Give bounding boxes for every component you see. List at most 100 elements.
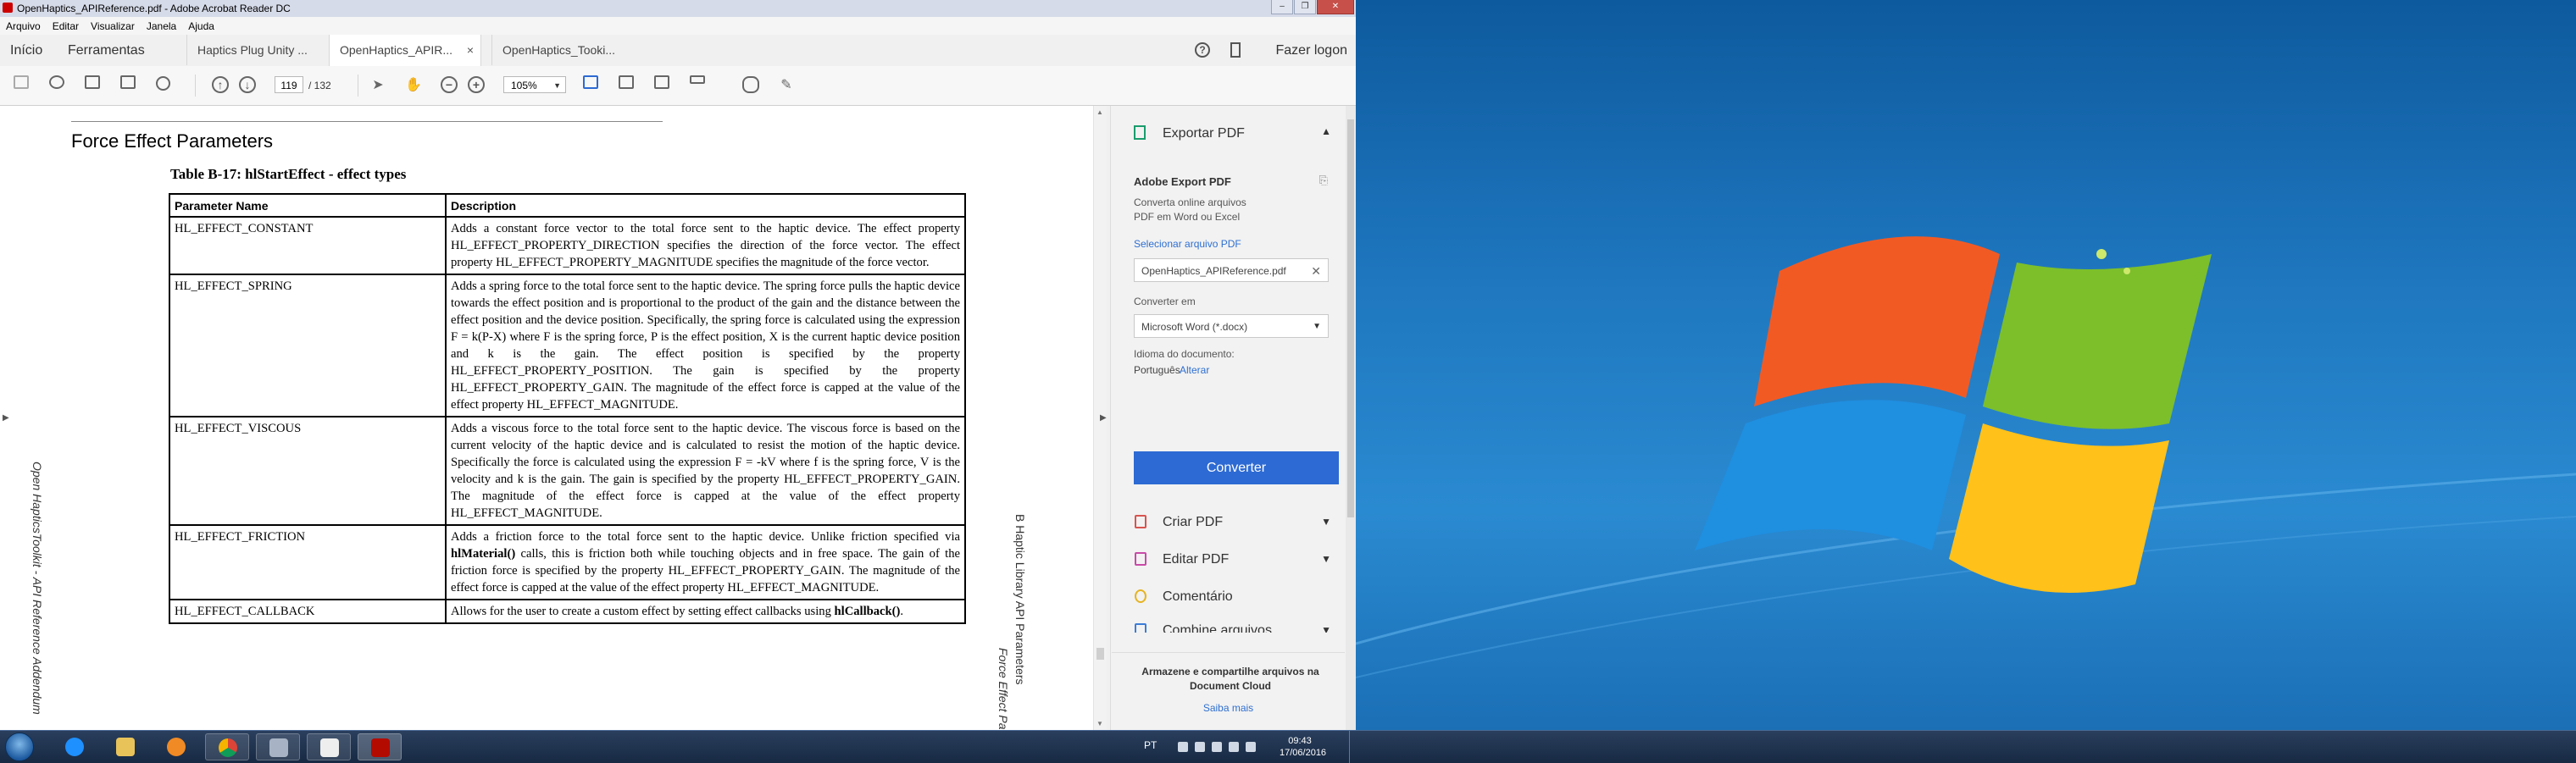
menu-arquivo[interactable]: Arquivo [0,17,47,32]
volume-icon[interactable] [1246,742,1256,752]
help-icon[interactable]: ? [1195,42,1210,58]
zoom-level-select[interactable]: 105% ▼ [503,76,566,93]
scroll-thumb[interactable] [1096,648,1104,660]
chevron-down-icon: ▼ [1321,553,1331,565]
document-page[interactable]: Force Effect Parameters Table B-17: hlSt… [0,106,1107,730]
tool-edit-pdf[interactable]: Editar PDF ▼ [1112,541,1345,577]
tool-comment[interactable]: Comentário [1112,578,1345,614]
next-page-icon[interactable]: ↓ [239,76,256,93]
menu-janela[interactable]: Janela [141,17,182,32]
hand-tool-icon[interactable]: ✋ [405,77,422,94]
combine-files-icon [1135,623,1146,633]
taskbar-app[interactable] [256,733,300,760]
zoom-level-value: 105% [511,80,537,91]
tray-arrow-icon[interactable] [1178,742,1188,752]
fit-page-icon[interactable] [583,75,598,89]
tray-app-icon[interactable] [1212,742,1222,752]
comment-icon[interactable] [742,76,759,93]
doc-tab-apireference[interactable]: OpenHaptics_APIR... × [329,35,481,67]
doc-tab-haptics-plug[interactable]: Haptics Plug Unity ... [186,35,329,65]
menu-visualizar[interactable]: Visualizar [85,17,141,32]
sign-in-link[interactable]: Fazer logon [1276,35,1348,66]
right-pane-toggle-icon[interactable]: ▶ [1100,413,1107,423]
tool-label: Comentário [1163,589,1233,604]
window-title: OpenHaptics_APIReference.pdf - Adobe Acr… [17,3,291,14]
table-caption: Table B-17: hlStartEffect - effect types [170,166,407,182]
taskbar-acrobat[interactable] [358,733,402,760]
param-desc: Adds a friction force to the total force… [445,524,966,600]
tools-tab[interactable]: Ferramentas [68,35,145,66]
selected-file-field[interactable]: OpenHaptics_APIReference.pdf ✕ [1134,258,1329,282]
param-name: HL_EFFECT_SPRING [169,274,447,417]
input-language[interactable]: PT [1144,739,1157,751]
select-pdf-link[interactable]: Selecionar arquivo PDF [1134,238,1241,250]
change-language-link[interactable]: Alterar [1180,364,1209,376]
tool-create-pdf[interactable]: Criar PDF ▼ [1112,504,1345,539]
previous-page-icon[interactable]: ↑ [212,76,229,93]
taskbar-ie[interactable] [53,733,97,760]
page-number-input[interactable]: 119 [275,76,303,93]
full-screen-icon[interactable] [654,75,669,89]
home-tab[interactable]: Início [10,35,42,66]
acrobat-icon [371,738,390,757]
rotate-view-icon[interactable] [619,75,634,89]
learn-more-link[interactable]: Saiba mais [1112,702,1345,714]
scroll-mode-icon[interactable] [690,75,705,84]
pane-scroll-thumb[interactable] [1347,119,1354,517]
acrobat-window: OpenHaptics_APIReference.pdf - Adobe Acr… [0,0,1356,730]
pane-scrollbar[interactable] [1346,106,1356,730]
param-desc: Allows for the user to create a custom e… [445,599,966,624]
menu-ajuda[interactable]: Ajuda [182,17,220,32]
mobile-link-icon[interactable] [1230,42,1241,58]
search-icon[interactable] [156,76,170,91]
close-window-button[interactable]: ✕ [1317,0,1354,14]
convert-button[interactable]: Converter [1134,451,1339,484]
start-button-icon[interactable] [5,733,34,761]
clock-time: 09:43 [1288,736,1312,746]
taskbar-chrome[interactable] [205,733,249,760]
function-name: hlCallback() [834,605,901,618]
media-player-icon [167,738,186,756]
format-select[interactable]: Microsoft Word (*.docx) ▼ [1134,314,1329,338]
toolbar: ↑ ↓ 119 / 132 ➤ ✋ − + 105% ▼ ✎ [0,66,1356,106]
menu-editar[interactable]: Editar [47,17,85,32]
taskbar: PT 09:43 17/06/2016 [0,730,2576,763]
scroll-down-icon[interactable]: ▼ [1096,720,1103,727]
export-pdf-label: Exportar PDF [1163,126,1245,141]
print-icon[interactable] [85,75,100,89]
table-row: HL_EFFECT_CALLBACK Allows for the user t… [169,599,966,624]
maximize-button[interactable]: ❐ [1294,0,1316,14]
tools-pane: Exportar PDF ▲ Adobe Export PDF ⎘ Conver… [1110,106,1348,730]
taskbar-unity[interactable] [307,733,351,760]
taskbar-media-player[interactable] [154,733,198,760]
doc-tab-label: OpenHaptics_APIR... [340,43,453,57]
tool-combine-files[interactable]: Combine arquivos ▼ [1112,612,1345,633]
column-header: Description [445,193,966,218]
export-pdf-header[interactable]: Exportar PDF ▲ [1112,115,1345,151]
doc-tab-toolkit[interactable]: OpenHaptics_Tooki... [491,35,634,65]
chevron-down-icon: ▼ [553,81,561,90]
left-pane-toggle-icon[interactable]: ▶ [3,413,9,423]
chevron-down-icon: ▼ [1321,624,1331,633]
clock[interactable]: 09:43 17/06/2016 [1280,735,1326,759]
chrome-icon [219,738,237,757]
zoom-in-icon[interactable]: + [468,76,485,93]
clear-file-icon[interactable]: ✕ [1311,259,1321,283]
close-tab-icon[interactable]: × [467,35,474,66]
unity-icon [320,738,339,757]
show-desktop-button[interactable] [1349,731,1357,763]
acrobat-app-icon [3,3,13,13]
email-icon[interactable] [120,75,136,89]
save-icon[interactable] [14,75,29,89]
scroll-up-icon[interactable]: ▲ [1096,108,1103,116]
upload-cloud-icon[interactable] [49,75,64,89]
network-icon[interactable] [1229,742,1239,752]
title-bar: OpenHaptics_APIReference.pdf - Adobe Acr… [0,0,1356,18]
minimize-button[interactable]: – [1271,0,1293,14]
zoom-out-icon[interactable]: − [441,76,458,93]
taskbar-explorer[interactable] [103,733,147,760]
side-chapter-header: B Haptic Library API Parameters [1013,514,1027,685]
flag-icon[interactable] [1195,742,1205,752]
select-cursor-icon[interactable]: ➤ [369,77,386,94]
sign-pen-icon[interactable]: ✎ [778,77,795,94]
